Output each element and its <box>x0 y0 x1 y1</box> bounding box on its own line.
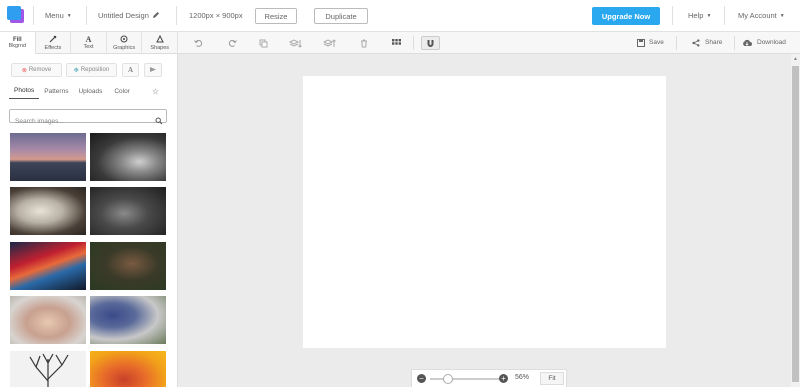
photo-drawing-hands[interactable] <box>10 187 86 235</box>
divider <box>734 36 735 50</box>
tab-graphics[interactable]: Graphics <box>107 32 143 54</box>
upgrade-button[interactable]: Upgrade Now <box>592 7 660 25</box>
account-menu[interactable]: My Account ▼ <box>738 11 785 20</box>
design-name[interactable]: Untitled Design <box>98 11 160 21</box>
pencil-icon <box>152 11 160 21</box>
tab-label: Shapes <box>150 45 169 52</box>
photo-bare-tree[interactable] <box>10 351 86 387</box>
app-logo[interactable] <box>7 6 25 24</box>
help-menu[interactable]: Help ▼ <box>688 11 711 20</box>
subtab-patterns[interactable]: Patterns <box>39 83 73 99</box>
download-button[interactable]: Download <box>757 39 786 46</box>
save-icon[interactable] <box>636 37 646 49</box>
download-icon[interactable] <box>741 37 753 49</box>
zoom-out-icon[interactable]: − <box>417 374 426 383</box>
remove-button[interactable]: ⊗ Remove <box>11 63 62 77</box>
tab-background[interactable]: Fill Bkgrnd <box>0 32 36 54</box>
chevron-down-icon: ▼ <box>66 13 72 19</box>
duplicate-button[interactable]: Duplicate <box>314 8 368 24</box>
menu-button[interactable]: Menu ▼ <box>45 11 72 20</box>
graphics-icon <box>120 35 128 46</box>
photo-flowers[interactable] <box>90 296 166 344</box>
zoom-in-icon[interactable]: + <box>499 374 508 383</box>
design-canvas[interactable] <box>303 76 666 348</box>
tab-text[interactable]: A Text <box>71 32 107 54</box>
design-name-label: Untitled Design <box>98 11 149 20</box>
magnet-icon[interactable] <box>421 36 440 50</box>
photo-light-streaks[interactable] <box>10 242 86 290</box>
tab-label: Graphics <box>113 45 136 52</box>
close-circle-icon: ⊗ <box>21 67 27 74</box>
search-box <box>9 109 167 128</box>
text-icon: A <box>85 34 92 44</box>
tab-shapes[interactable]: Shapes <box>142 32 178 54</box>
reposition-label: Reposition <box>80 67 110 73</box>
side-panel: ⊗ Remove ✥ Reposition A Photos Patterns … <box>0 54 178 387</box>
photo-bw-portrait[interactable] <box>90 133 166 181</box>
menu-label: Menu <box>45 11 64 20</box>
sidebar-tabs: Fill Bkgrnd Effects A Text Graphics Shap… <box>0 32 178 54</box>
flag-icon <box>149 66 157 75</box>
canvas-dimensions: 1200px × 900px <box>189 11 243 20</box>
divider <box>676 36 677 50</box>
shapes-icon <box>155 34 164 46</box>
photo-child-portrait[interactable] <box>10 296 86 344</box>
tab-effects[interactable]: Effects <box>36 32 72 54</box>
save-button[interactable]: Save <box>649 39 664 46</box>
scroll-up-icon[interactable]: ▲ <box>792 56 799 64</box>
zoom-slider[interactable] <box>430 378 502 380</box>
text-icon: A <box>127 66 134 74</box>
flag-button[interactable] <box>144 63 162 77</box>
help-label: Help <box>688 11 704 20</box>
photo-sunset-sea[interactable] <box>10 133 86 181</box>
star-icon[interactable]: ☆ <box>147 83 164 99</box>
fit-button[interactable]: Fit <box>540 372 564 385</box>
account-label: My Account <box>738 11 777 20</box>
text-style-button[interactable]: A <box>122 63 139 77</box>
scrollbar-thumb[interactable] <box>792 66 799 382</box>
divider <box>724 6 725 25</box>
share-icon[interactable] <box>691 37 701 49</box>
divider <box>176 6 177 25</box>
tab-label: Text <box>83 44 94 51</box>
search-icon[interactable] <box>155 112 163 130</box>
chevron-down-icon: ▼ <box>779 13 785 19</box>
tab-label: Effects <box>44 45 62 52</box>
share-button[interactable]: Share <box>705 39 722 46</box>
image-subtabs: Photos Patterns Uploads Color ☆ <box>9 83 167 99</box>
wand-icon <box>49 35 57 46</box>
subtab-uploads[interactable]: Uploads <box>73 83 107 99</box>
zoom-slider-handle[interactable] <box>443 374 453 384</box>
top-bar: Menu ▼ Untitled Design 1200px × 900px Res… <box>0 0 800 32</box>
layer-up-icon[interactable] <box>322 37 336 49</box>
search-input[interactable] <box>10 115 150 128</box>
redo-icon[interactable] <box>226 37 238 49</box>
copy-icon[interactable] <box>257 37 269 49</box>
move-icon: ✥ <box>73 67 79 74</box>
divider <box>86 6 87 25</box>
photo-red-hair-portrait[interactable] <box>90 351 166 387</box>
grid-icon[interactable] <box>390 37 402 49</box>
photo-woman-outdoors[interactable] <box>90 242 166 290</box>
subtab-photos[interactable]: Photos <box>9 83 40 99</box>
divider <box>33 6 34 25</box>
trash-icon[interactable] <box>358 37 370 49</box>
tab-label: Bkgrnd <box>8 43 27 50</box>
subtab-color[interactable]: Color <box>107 83 135 99</box>
zoom-bar: − + 56% Fit <box>411 369 567 387</box>
remove-label: Remove <box>28 67 52 73</box>
photo-bw-figure[interactable] <box>90 187 166 235</box>
resize-button[interactable]: Resize <box>255 8 297 24</box>
layer-down-icon[interactable] <box>288 37 302 49</box>
divider <box>413 36 414 50</box>
chevron-down-icon: ▼ <box>706 13 712 19</box>
background-icon: Fill <box>12 36 22 43</box>
reposition-button[interactable]: ✥ Reposition <box>66 63 117 77</box>
undo-icon[interactable] <box>192 37 204 49</box>
zoom-percent: 56% <box>515 374 530 381</box>
edit-toolbar: Save Share Download <box>178 32 800 54</box>
divider <box>672 6 673 25</box>
